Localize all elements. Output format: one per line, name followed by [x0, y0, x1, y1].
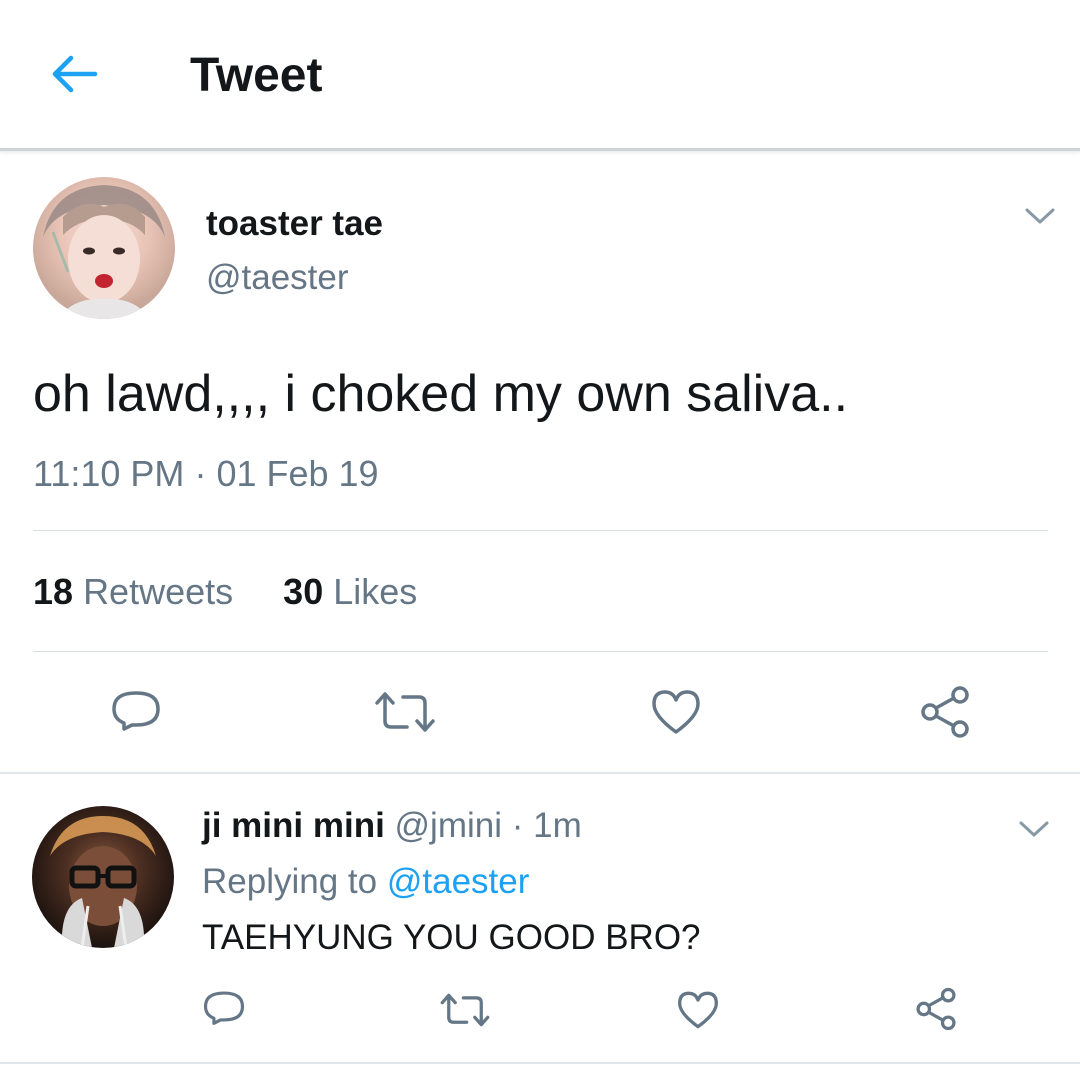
- reply-share-button[interactable]: [912, 986, 960, 1032]
- likes-label: Likes: [333, 571, 418, 612]
- reply-author-handle[interactable]: @jmini: [395, 806, 502, 845]
- reply-author-avatar[interactable]: [32, 806, 174, 948]
- top-app-bar: Tweet: [0, 0, 1080, 151]
- back-button[interactable]: [44, 48, 104, 100]
- timestamp-separator: ·: [194, 453, 207, 494]
- tweet-text: oh lawd,,,, i choked my own saliva..: [33, 365, 849, 423]
- reply-separator: ·: [511, 806, 524, 845]
- share-icon: [921, 686, 969, 738]
- retweet-icon: [440, 993, 490, 1027]
- tweet-date: 01 Feb 19: [216, 453, 379, 494]
- retweets-count: 18: [33, 571, 74, 612]
- retweet-icon: [375, 692, 435, 732]
- avatar-image: [43, 185, 165, 319]
- reply-text: TAEHYUNG YOU GOOD BRO?: [202, 918, 701, 957]
- like-icon: [652, 690, 700, 734]
- author-handle[interactable]: @taester: [206, 256, 349, 300]
- tweet-detail-screen: Tweet toaster tae @taester oh lawd,,,, i…: [0, 0, 1080, 1070]
- retweet-button[interactable]: [372, 688, 438, 736]
- reply-reply-button[interactable]: [200, 986, 248, 1032]
- tweet-menu-button[interactable]: [1020, 202, 1060, 230]
- chevron-down-icon: [1019, 821, 1049, 837]
- replying-to-label: Replying to: [202, 862, 378, 901]
- share-icon: [916, 987, 956, 1031]
- author-avatar[interactable]: [33, 177, 175, 319]
- chevron-down-icon: [1025, 208, 1055, 224]
- likes-count: 30: [283, 571, 324, 612]
- author-name[interactable]: toaster tae: [206, 202, 383, 246]
- like-button[interactable]: [648, 686, 704, 738]
- retweets-stat[interactable]: 18 Retweets: [33, 571, 233, 612]
- reply-menu-button[interactable]: [1014, 815, 1054, 843]
- reply-like-button[interactable]: [674, 988, 722, 1032]
- reply-icon: [203, 991, 245, 1025]
- divider: [33, 530, 1048, 531]
- replying-to: Replying to @taester: [202, 860, 529, 904]
- reply-header: ji mini mini @jmini · 1m: [202, 804, 582, 848]
- reply-icon: [112, 691, 160, 731]
- divider: [33, 651, 1048, 652]
- tweet-timestamp: 11:10 PM · 01 Feb 19: [33, 452, 379, 496]
- reply-author-name[interactable]: ji mini mini: [202, 806, 385, 845]
- avatar-image: [50, 816, 156, 948]
- share-button[interactable]: [916, 684, 974, 740]
- likes-stat[interactable]: 30 Likes: [283, 571, 417, 612]
- reply-timestamp: 1m: [533, 806, 582, 845]
- reply-button[interactable]: [106, 684, 166, 740]
- tweet-time: 11:10 PM: [33, 453, 185, 494]
- page-title: Tweet: [190, 49, 323, 102]
- retweets-label: Retweets: [83, 571, 234, 612]
- section-divider: [0, 772, 1080, 774]
- reply-retweet-button[interactable]: [438, 990, 492, 1030]
- like-icon: [678, 991, 718, 1029]
- replying-to-link[interactable]: @taester: [387, 862, 530, 901]
- section-divider: [0, 1062, 1080, 1064]
- arrow-left-icon: [52, 55, 98, 93]
- engagement-stats: 18 Retweets 30 Likes: [33, 570, 417, 614]
